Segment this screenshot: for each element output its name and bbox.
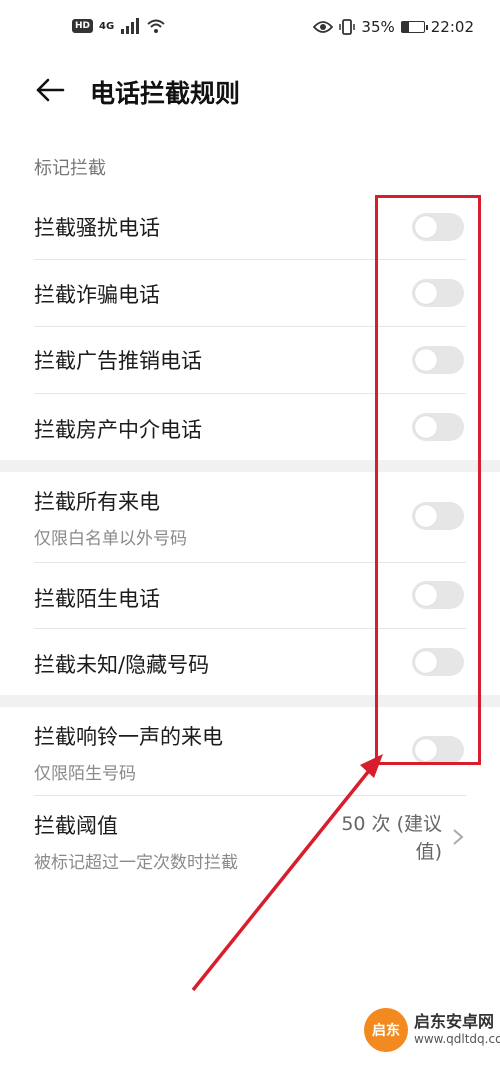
row-block-stranger[interactable]: 拦截陌生电话 [0, 563, 500, 628]
toggle-block-ads[interactable] [412, 346, 464, 374]
network-type: 4G [99, 20, 115, 32]
status-left: HD 4G [72, 18, 166, 34]
watermark: 启东 启东安卓网 www.qdltdq.com [364, 1002, 500, 1062]
back-arrow-icon [36, 78, 65, 102]
toggle-knob [415, 282, 437, 304]
toggle-block-harassment[interactable] [412, 213, 464, 241]
toggle-knob [415, 505, 437, 527]
toggle-block-stranger[interactable] [412, 581, 464, 609]
threshold-value-line2: 值) [415, 841, 442, 863]
wifi-icon [147, 19, 165, 33]
vibrate-icon [339, 19, 356, 35]
back-button[interactable] [30, 70, 70, 110]
row-sublabel: 被标记超过一定次数时拦截 [34, 853, 238, 873]
watermark-logo: 启东 [364, 1008, 408, 1052]
status-right: 35% 22:02 [313, 18, 474, 36]
status-bar: HD 4G 35% 22:02 [0, 0, 500, 58]
watermark-url: www.qdltdq.com [414, 1032, 500, 1046]
row-label: 拦截广告推销电话 [34, 349, 202, 373]
toggle-knob [415, 349, 437, 371]
row-block-fraud[interactable]: 拦截诈骗电话 [0, 260, 500, 326]
eye-icon [313, 21, 334, 33]
threshold-value: 50 次 (建议 值) [341, 810, 442, 866]
toggle-knob [415, 416, 437, 438]
toggle-knob [415, 216, 437, 238]
row-label: 拦截阈值 [34, 814, 118, 838]
row-sublabel: 仅限白名单以外号码 [34, 529, 187, 549]
row-block-ads[interactable]: 拦截广告推销电话 [0, 327, 500, 393]
row-block-harassment[interactable]: 拦截骚扰电话 [0, 195, 500, 259]
row-label: 拦截响铃一声的来电 [34, 725, 223, 749]
group-separator [0, 695, 500, 707]
watermark-title: 启东安卓网 [414, 1012, 495, 1031]
row-block-one-ring[interactable]: 拦截响铃一声的来电 仅限陌生号码 [0, 707, 500, 795]
hd-badge: HD [72, 19, 94, 33]
battery-icon [400, 21, 428, 33]
group-separator [0, 460, 500, 472]
battery-percent: 35% [361, 18, 395, 36]
row-label: 拦截诈骗电话 [34, 283, 160, 307]
toggle-block-unknown-hidden[interactable] [412, 648, 464, 676]
title-bar: 电话拦截规则 [0, 58, 500, 122]
toggle-knob [415, 584, 437, 606]
row-label: 拦截所有来电 [34, 490, 160, 514]
toggle-block-all-calls[interactable] [412, 502, 464, 530]
toggle-block-realestate[interactable] [412, 413, 464, 441]
chevron-right-icon [453, 829, 464, 845]
row-label: 拦截骚扰电话 [34, 216, 160, 240]
toggle-knob [415, 739, 437, 761]
section-header-mark-block: 标记拦截 [34, 158, 106, 179]
row-label: 拦截房产中介电话 [34, 418, 202, 442]
row-block-threshold[interactable]: 拦截阈值 被标记超过一定次数时拦截 50 次 (建议 值) [0, 796, 500, 882]
signal-icon [121, 18, 140, 34]
row-label: 拦截陌生电话 [34, 587, 160, 611]
threshold-value-line1: 50 次 (建议 [341, 813, 442, 835]
row-label: 拦截未知/隐藏号码 [34, 653, 210, 677]
toggle-block-fraud[interactable] [412, 279, 464, 307]
clock: 22:02 [430, 18, 474, 36]
page-title: 电话拦截规则 [90, 79, 241, 108]
toggle-knob [415, 651, 437, 673]
row-block-all-calls[interactable]: 拦截所有来电 仅限白名单以外号码 [0, 472, 500, 562]
toggle-block-one-ring[interactable] [412, 736, 464, 764]
row-block-realestate[interactable]: 拦截房产中介电话 [0, 394, 500, 460]
row-block-unknown-hidden[interactable]: 拦截未知/隐藏号码 [0, 629, 500, 695]
row-sublabel: 仅限陌生号码 [34, 764, 136, 784]
